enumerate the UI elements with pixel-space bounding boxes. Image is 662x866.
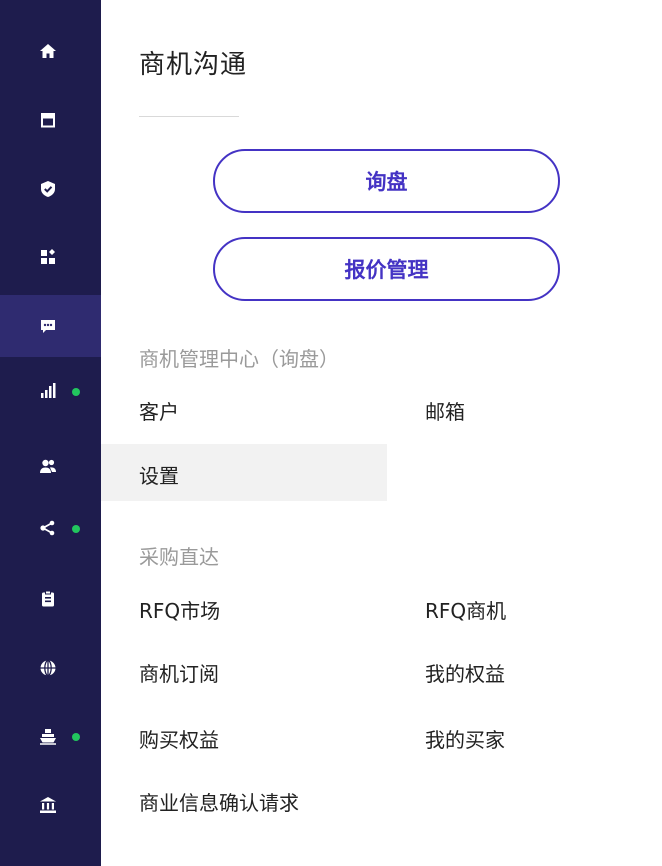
nav-item-global[interactable] <box>0 637 101 699</box>
quote-manage-button[interactable]: 报价管理 <box>213 237 560 301</box>
nav-item-orders[interactable] <box>0 568 101 630</box>
nav-item-home[interactable] <box>0 20 101 82</box>
section-heading-opportunity: 商机管理中心（询盘） <box>139 347 339 371</box>
chat-icon <box>41 320 55 333</box>
nav-item-shipping[interactable] <box>0 705 101 767</box>
business-panel: 商机沟通 询盘 报价管理 商机管理中心（询盘） 客户 邮箱 设置 采购直达 RF… <box>101 0 662 866</box>
ship-icon <box>40 729 56 745</box>
menu-item-my-rights[interactable]: 我的权益 <box>425 658 505 687</box>
section-heading-procurement: 采购直达 <box>139 545 219 569</box>
nav-item-apps[interactable] <box>0 226 101 288</box>
menu-item-my-buyers[interactable]: 我的买家 <box>425 724 505 753</box>
notification-dot <box>72 388 80 396</box>
store-icon <box>41 113 55 128</box>
nav-item-customers[interactable] <box>0 435 101 497</box>
menu-item-rfq-market[interactable]: RFQ市场 <box>139 595 220 624</box>
clipboard-icon <box>42 590 54 607</box>
menu-item-subscription[interactable]: 商机订阅 <box>139 658 219 687</box>
bank-icon <box>40 797 56 813</box>
menu-item-buy-rights[interactable]: 购买权益 <box>139 724 219 753</box>
sidebar-nav <box>0 0 101 866</box>
menu-item-rfq-opportunity[interactable]: RFQ商机 <box>425 595 506 624</box>
bar-chart-icon <box>41 383 56 398</box>
page-title: 商机沟通 <box>139 50 248 80</box>
menu-item-mailbox[interactable]: 邮箱 <box>425 396 465 425</box>
share-icon <box>40 520 55 536</box>
menu-item-confirm-request[interactable]: 商业信息确认请求 <box>139 787 299 816</box>
shield-icon <box>41 181 55 197</box>
notification-dot <box>72 525 80 533</box>
nav-item-analytics[interactable] <box>0 360 101 422</box>
users-icon <box>40 459 56 473</box>
globe-icon <box>40 659 56 677</box>
menu-item-customers[interactable]: 客户 <box>139 396 179 425</box>
nav-item-finance[interactable] <box>0 774 101 836</box>
nav-item-store[interactable] <box>0 89 101 151</box>
home-icon <box>40 44 56 58</box>
nav-item-network[interactable] <box>0 497 101 559</box>
nav-item-security[interactable] <box>0 158 101 220</box>
title-divider <box>139 116 239 117</box>
menu-item-settings[interactable]: 设置 <box>139 460 179 489</box>
inquiry-button[interactable]: 询盘 <box>213 149 560 213</box>
grid-icon <box>41 249 55 264</box>
notification-dot <box>72 733 80 741</box>
app-root: 商机沟通 询盘 报价管理 商机管理中心（询盘） 客户 邮箱 设置 采购直达 RF… <box>0 0 662 866</box>
nav-item-messages[interactable] <box>0 295 101 357</box>
